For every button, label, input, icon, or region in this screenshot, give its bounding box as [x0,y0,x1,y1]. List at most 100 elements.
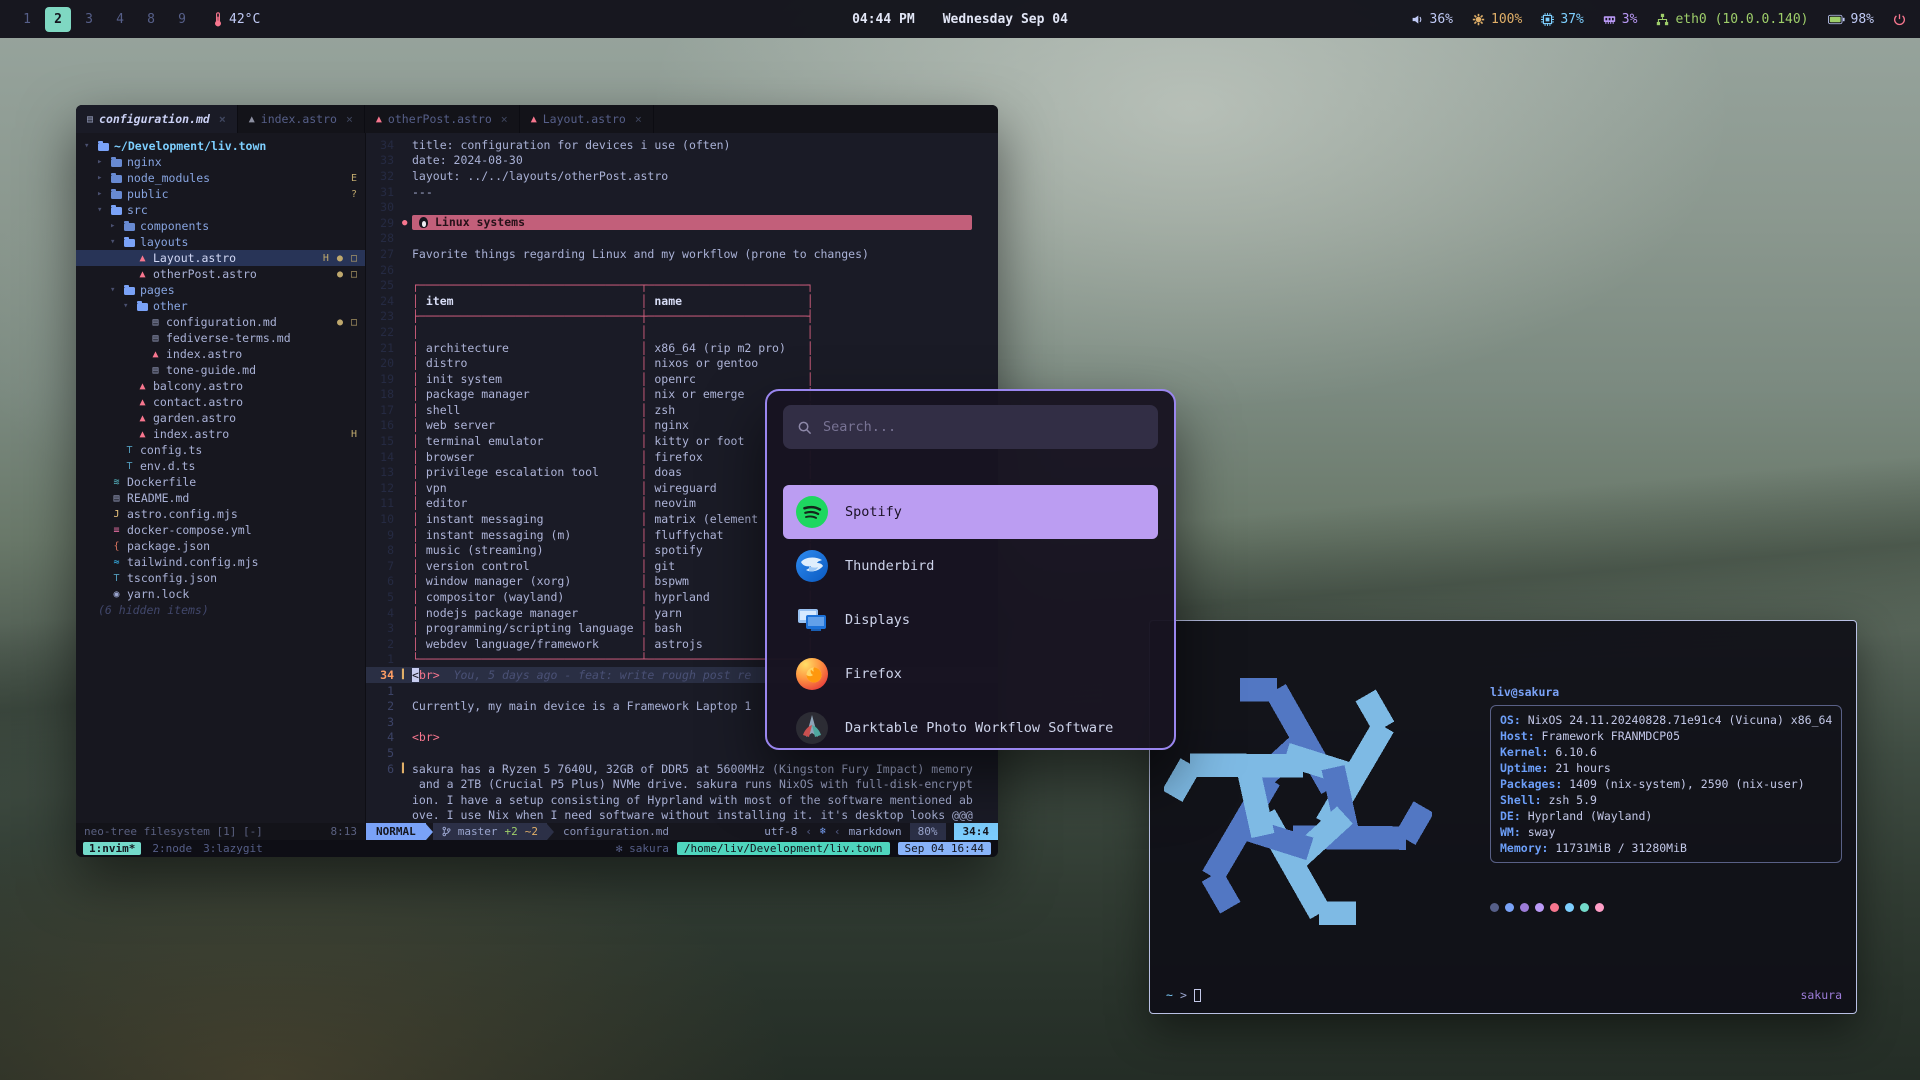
launcher-entry-Spotify[interactable]: Spotify [783,485,1158,539]
info-key: Packages: [1500,777,1562,791]
memory-module[interactable]: 3% [1603,12,1638,27]
tmux-window-1:nvim*[interactable]: 1:nvim* [83,842,141,855]
workspace-4[interactable]: 4 [107,7,133,32]
cpu-value: 37% [1560,12,1583,27]
table-cell: programming/scripting language [426,621,641,635]
tree-item-Dockerfile[interactable]: ≋Dockerfile [76,474,365,490]
tab-configuration.md[interactable]: ▤configuration.md× [76,105,238,133]
tree-item-label: ~/Development/liv.town [114,139,266,153]
search-input[interactable] [823,419,1144,435]
tree-item-~/Development/liv.town[interactable]: ▾~/Development/liv.town [76,138,365,154]
fetch-terminal[interactable]: liv@sakura OS: NixOS 24.11.20240828.71e9… [1149,620,1857,1014]
workspace-9[interactable]: 9 [169,7,195,32]
power-module[interactable] [1893,13,1906,26]
tree-item-configuration.md[interactable]: ▤configuration.md● □ [76,314,365,330]
tree-item-src[interactable]: ▾src [76,202,365,218]
table-border: │ [807,356,814,370]
launcher-entry-Displays[interactable]: Displays [783,593,1158,647]
markdown-icon: ▤ [150,333,161,344]
astro-icon: ▲ [137,269,148,280]
close-icon[interactable]: × [346,112,353,126]
mode-indicator: NORMAL [366,823,426,840]
line-text: Linux systems [412,215,998,231]
battery-module[interactable]: 98% [1828,12,1874,27]
powerline-separator [547,824,554,840]
table-border: │ [412,543,426,557]
folder-open-icon [124,239,135,247]
tree-item-tsconfig.json[interactable]: Ttsconfig.json [76,570,365,586]
tree-item-index.astro[interactable]: ▲index.astro [76,346,365,362]
tree-item-layouts[interactable]: ▾layouts [76,234,365,250]
network-module[interactable]: eth0 (10.0.0.140) [1656,12,1808,27]
tree-item-tailwind.config.mjs[interactable]: ≈tailwind.config.mjs [76,554,365,570]
launcher-entry-Darktable Photo Workflow Software[interactable]: Darktable Photo Workflow Software [783,701,1158,750]
lock-icon: ◉ [111,589,122,600]
tree-item-pages[interactable]: ▾pages [76,282,365,298]
volume-module[interactable]: 36% [1411,12,1453,27]
close-icon[interactable]: × [501,112,508,126]
tree-item-env.d.ts[interactable]: Tenv.d.ts [76,458,365,474]
astro-icon: ▲ [137,381,148,392]
tab-label: otherPost.astro [388,112,492,126]
statusline: neo-tree filesystem [1] [-] 8:13 NORMAL … [76,823,998,840]
brightness-module[interactable]: 100% [1472,12,1522,27]
tree-item-Layout.astro[interactable]: ▲Layout.astroH ● □ [76,250,365,266]
chevron-icon: ▸ [97,173,106,183]
git-status-marker: H [351,429,358,440]
tree-item-label: balcony.astro [153,379,243,393]
table-cell: architecture [426,341,641,355]
line-text: ┌────────────────────────────────┬──────… [412,278,998,292]
launcher-entry-Firefox[interactable]: Firefox [783,647,1158,701]
tree-item-node_modules[interactable]: ▸node_modulesE [76,170,365,186]
tab-index.astro[interactable]: ▲index.astro× [238,105,365,133]
tree-statusline: neo-tree filesystem [1] [-] 8:13 [76,823,366,840]
workspace-8[interactable]: 8 [138,7,164,32]
tree-item-contact.astro[interactable]: ▲contact.astro [76,394,365,410]
tmux-window-3:lazygit[interactable]: 3:lazygit [203,842,263,855]
tree-item-tone-guide.md[interactable]: ▤tone-guide.md [76,362,365,378]
folder-open-icon [137,303,148,311]
workspace-2[interactable]: 2 [45,7,71,32]
tree-item-config.ts[interactable]: Tconfig.ts [76,442,365,458]
cpu-module[interactable]: 37% [1541,12,1583,27]
buffer-line: 22│ │ │ [366,324,998,340]
launcher-search[interactable] [783,405,1158,449]
close-icon[interactable]: × [219,112,226,126]
tree-item-astro.config.mjs[interactable]: Jastro.config.mjs [76,506,365,522]
tree-item-package.json[interactable]: {package.json [76,538,365,554]
typescript-icon: T [124,461,135,472]
tree-item-balcony.astro[interactable]: ▲ balcony.astro [76,378,365,394]
table-border: └────────────────────────────────┴──────… [412,652,814,666]
workspace-3[interactable]: 3 [76,7,102,32]
tmux-window-2:node[interactable]: 2:node [152,842,192,855]
tree-item-otherPost.astro[interactable]: ▲otherPost.astro● □ [76,266,365,282]
tree-item-index.astro[interactable]: ▲index.astroH [76,426,365,442]
workspace-1[interactable]: 1 [14,7,40,32]
shell-prompt[interactable]: ~ > [1166,988,1201,1002]
tab-Layout.astro[interactable]: ▲Layout.astro× [520,105,654,133]
close-icon[interactable]: × [635,112,642,126]
tree-item-other[interactable]: ▾other [76,298,365,314]
tree-item-nginx[interactable]: ▸nginx [76,154,365,170]
tree-item-components[interactable]: ▸components [76,218,365,234]
tree-item-public[interactable]: ▸public? [76,186,365,202]
tree-item-(6 hidden items)[interactable]: (6 hidden items) [76,602,365,618]
tree-item-label: index.astro [166,347,242,361]
tree-item-label: (6 hidden items) [98,603,209,617]
tab-otherPost.astro[interactable]: ▲otherPost.astro× [365,105,520,133]
tree-item-yarn.lock[interactable]: ◉yarn.lock [76,586,365,602]
table-cell: window manager (xorg) [426,574,641,588]
tree-item-README.md[interactable]: ▤README.md [76,490,365,506]
tree-item-docker-compose.yml[interactable]: ≡docker-compose.yml [76,522,365,538]
tree-item-fediverse-terms.md[interactable]: ▤ fediverse-terms.md [76,330,365,346]
launcher-entry-Thunderbird[interactable]: Thunderbird [783,539,1158,593]
table-border: │ [412,528,426,542]
git-status-marker: ● □ [337,269,358,280]
tree-item-label: fediverse-terms.md [166,331,291,345]
tree-item-garden.astro[interactable]: ▲garden.astro [76,410,365,426]
table-border: │ [412,434,426,448]
table-border: │ [641,621,655,635]
chevron-icon: ▸ [110,221,119,231]
displays-icon [795,603,829,637]
line-text: layout: ../../layouts/otherPost.astro [412,169,998,183]
